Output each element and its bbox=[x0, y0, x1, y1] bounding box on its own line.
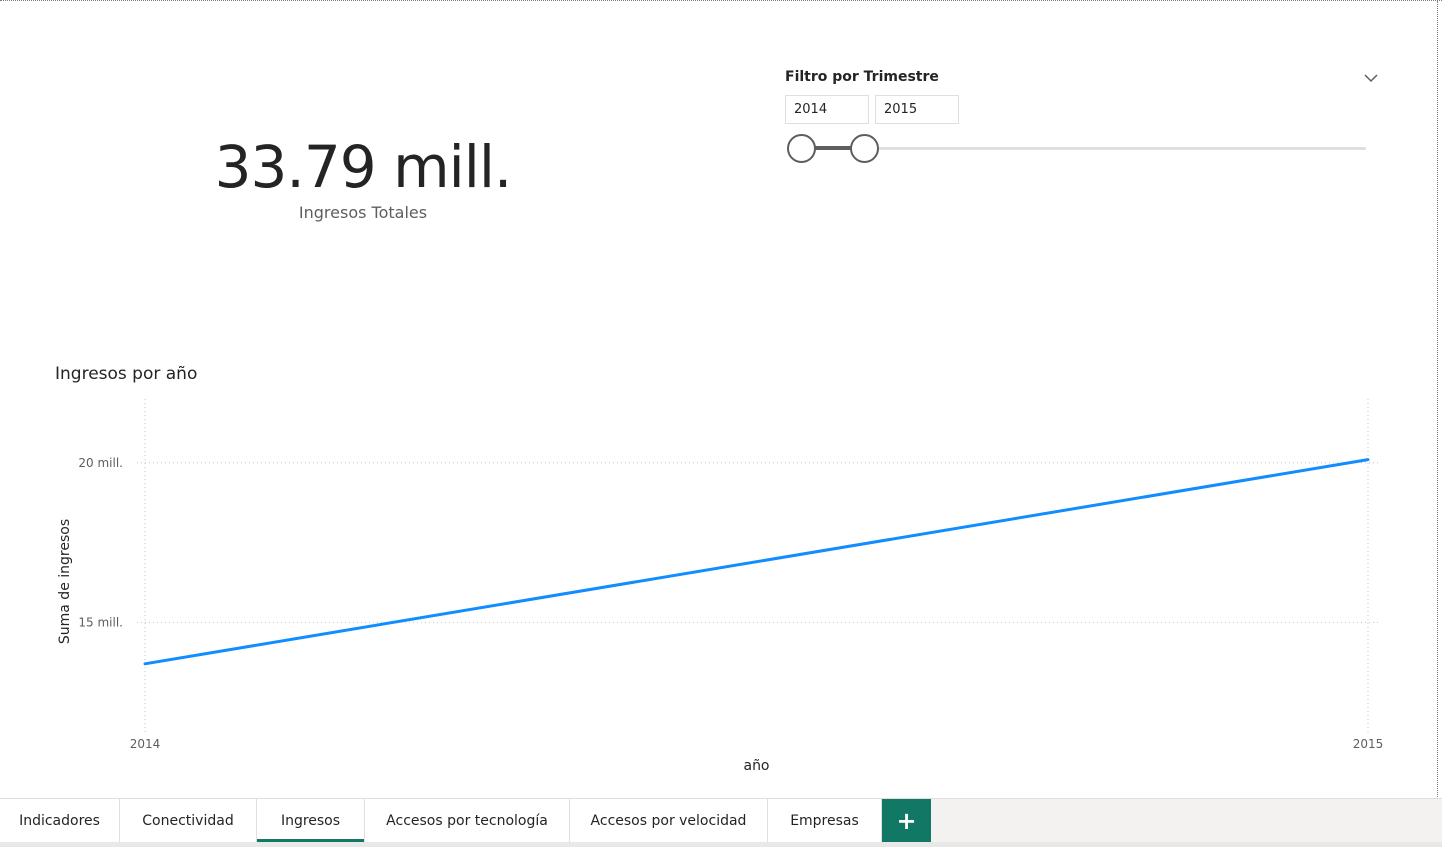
revenue-line-chart[interactable]: Ingresos por año 20 mill. 15 mill. 2014 201… bbox=[40, 356, 1400, 781]
x-axis-label: año bbox=[743, 758, 769, 774]
kpi-label: Ingresos Totales bbox=[298, 203, 428, 222]
tab-conectividad[interactable]: Conectividad bbox=[120, 799, 257, 843]
slider-track[interactable] bbox=[802, 147, 1366, 150]
tab-ingresos[interactable]: Ingresos bbox=[257, 799, 365, 843]
y-tick-label: 20 mill. bbox=[78, 456, 123, 470]
slider-handle-max[interactable] bbox=[850, 134, 879, 163]
tab-accesos-por-tecnologia[interactable]: Accesos por tecnología bbox=[365, 799, 570, 843]
add-page-button[interactable]: + bbox=[882, 799, 931, 843]
scrollbar-area bbox=[0, 842, 1442, 847]
slider-handle-min[interactable] bbox=[787, 134, 816, 163]
y-axis-label: Suma de ingresos bbox=[57, 519, 73, 644]
tab-empresas[interactable]: Empresas bbox=[768, 799, 882, 843]
chart-plot: 20 mill. 15 mill. 2014 2015 año Suma de ingre… bbox=[57, 399, 1384, 774]
quarter-slicer[interactable]: Filtro por Trimestre 2014 2015 bbox=[784, 63, 1384, 173]
y-tick-label: 15 mill. bbox=[78, 615, 123, 629]
x-tick-label: 2014 bbox=[130, 737, 161, 751]
tab-indicadores[interactable]: Indicadores bbox=[0, 799, 120, 843]
report-canvas: 33.79 mill. Ingresos Totales Filtro por … bbox=[0, 0, 1442, 799]
x-tick-label: 2015 bbox=[1353, 737, 1384, 751]
series-line-0 bbox=[143, 458, 1370, 666]
kpi-card[interactable]: 33.79 mill. Ingresos Totales bbox=[190, 129, 536, 239]
slicer-to-input[interactable]: 2015 bbox=[875, 95, 959, 124]
slicer-title: Filtro por Trimestre bbox=[785, 69, 939, 85]
canvas-edge bbox=[1437, 1, 1438, 799]
page-tab-bar: Indicadores Conectividad Ingresos Acceso… bbox=[0, 798, 1442, 847]
kpi-value: 33.79 mill. bbox=[214, 133, 513, 201]
slicer-from-input[interactable]: 2014 bbox=[785, 95, 869, 124]
tab-accesos-por-velocidad[interactable]: Accesos por velocidad bbox=[570, 799, 768, 843]
chevron-down-icon[interactable] bbox=[1362, 69, 1380, 87]
